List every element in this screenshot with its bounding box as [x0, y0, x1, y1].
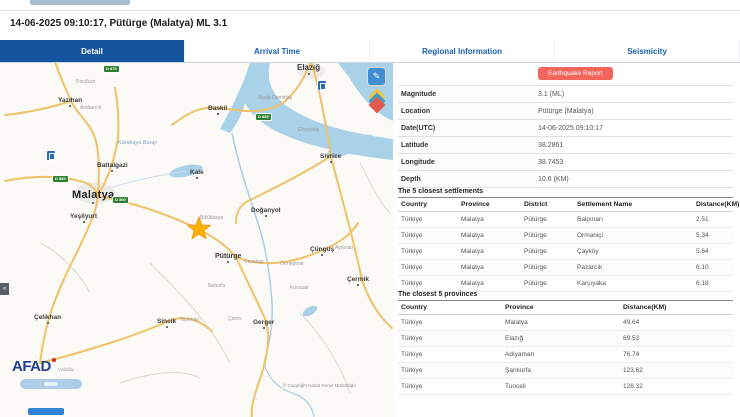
- map-label-city: Sivrice: [320, 153, 341, 163]
- motorway-shield-icon: [46, 150, 56, 161]
- map-label-village: Bölükkaya: [200, 215, 224, 221]
- detail-row: Latitude 38.2861: [398, 137, 733, 154]
- detail-row: Magnitude 3.1 (ML): [398, 86, 733, 103]
- map-label-city: Malatya: [72, 189, 114, 204]
- map-label-city: Kale: [190, 169, 204, 179]
- motorway-shield-icon: [317, 80, 327, 91]
- afad-logo-text: AFAD: [12, 358, 51, 375]
- detail-row: Date(UTC) 14-06-2025 09:10:17: [398, 120, 733, 137]
- provinces-table: Country Province Distance(KM) Türkiye Mal…: [398, 300, 733, 395]
- settlements-heading: The 5 closest settlements: [398, 188, 484, 195]
- map-attribution: © Copyright Harita Genel Müdürlüğü: [283, 383, 356, 388]
- table-row: Türkiye Şanlıurfa 123.62: [398, 362, 733, 379]
- map-label-city: Yeşilyurt: [70, 213, 97, 223]
- settlements-table: Country Province District Settlement Nam…: [398, 197, 739, 292]
- road-shield: D 885: [52, 175, 69, 183]
- top-divider: [0, 10, 740, 11]
- table-row: Türkiye Tunceli 128.32: [398, 378, 733, 395]
- tab-bar: Detail Arrival Time Regional Information…: [0, 40, 740, 63]
- table-row: Türkiye Malatya Pütürge Ormaniçi 5.34: [398, 227, 733, 244]
- table-header-row: Country Province Distance(KM): [398, 300, 733, 315]
- map-label-city: Çelikhan: [34, 314, 61, 324]
- event-detail-table: Magnitude 3.1 (ML) Location Pütürge (Malat…: [398, 85, 733, 188]
- tab-regional-information[interactable]: Regional Information: [370, 40, 555, 62]
- table-row: Türkiye Malatya Pütürge Karşıyaka 6.18: [398, 275, 733, 292]
- afad-logo-dot: [51, 358, 56, 362]
- table-row: Türkiye Adıyaman 76.74: [398, 346, 733, 363]
- map-label-city: Doğanyol: [251, 207, 281, 217]
- map-label-city: Baskil: [208, 105, 227, 115]
- map-label-city: Sincik: [157, 318, 176, 328]
- map-label-village: Uzuntaşı: [244, 259, 264, 265]
- map-label-village: Aydınlar: [335, 245, 354, 251]
- map-label-village: Gözebaşı: [298, 127, 320, 133]
- table-header-row: Country Province District Settlement Nam…: [398, 197, 739, 212]
- map-label-water: Karakaya Barajı: [118, 140, 158, 146]
- table-row: Türkiye Malatya Pütürge Çayköy 5.64: [398, 243, 733, 260]
- map-label-village: Ambarcık: [80, 105, 102, 111]
- tab-arrival-time[interactable]: Arrival Time: [185, 40, 370, 62]
- draw-tool-button[interactable]: ✎: [368, 68, 385, 85]
- road-shield: D 875: [103, 65, 120, 73]
- layers-control[interactable]: [367, 88, 387, 114]
- map-label-city: Elazığ: [297, 63, 320, 75]
- map-label-city: Pütürge: [215, 253, 241, 263]
- detail-row: Location Pütürge (Malatya): [398, 103, 733, 120]
- earthquake-map[interactable]: Elazığ Malatya Yazıhan Battalgazi Yeşily…: [0, 63, 393, 417]
- river: [263, 362, 315, 417]
- tab-detail[interactable]: Detail: [0, 40, 185, 62]
- tab-seismicity[interactable]: Seismicity: [555, 40, 740, 62]
- page-title: 14-06-2025 09:10:17, Pütürge (Malatya) M…: [10, 18, 228, 29]
- map-label-village: Örmepınar: [280, 261, 304, 267]
- map-label-city: Çermik: [347, 276, 369, 286]
- visibility-label: Visibility: [57, 367, 75, 372]
- detail-panel: Earthquake Report Magnitude 3.1 (ML) Loca…: [393, 63, 740, 417]
- visibility-slider[interactable]: [20, 379, 82, 389]
- map-label-city: Yazıhan: [58, 97, 82, 107]
- pencil-icon: ✎: [372, 71, 381, 81]
- earthquake-report-button[interactable]: Earthquake Report: [538, 67, 613, 80]
- table-row: Türkiye Malatya Pütürge Pazarcık 6.10: [398, 259, 733, 276]
- detail-row: Longitude 38.7453: [398, 154, 733, 171]
- afad-logo: AFAD Visibility: [12, 358, 74, 376]
- table-row: Türkiye Elazığ 69.53: [398, 330, 733, 347]
- provinces-heading: The closest 5 provinces: [398, 291, 478, 298]
- map-label-city: Gerger: [253, 319, 274, 329]
- table-row: Türkiye Malatya Pütürge Balpınarı 2.51: [398, 211, 733, 228]
- map-label-village: Tepehan: [180, 317, 200, 323]
- map-label-village: Parçikan: [76, 79, 96, 85]
- map-label-village: Korucak: [290, 285, 309, 291]
- map-label-city: Çüngüş: [310, 246, 334, 256]
- browser-tab-remnant: [30, 0, 130, 5]
- sidebar-collapse-toggle[interactable]: «: [0, 283, 9, 295]
- table-row: Türkiye Malatya 49.64: [398, 314, 733, 331]
- map-label-city: Battalgazi: [97, 162, 128, 172]
- map-label-village: Aşağı Demirtaş: [258, 95, 293, 101]
- road-shield: D 885: [255, 113, 272, 121]
- map-label-village: Nohutlu: [208, 283, 226, 289]
- road-shield: D 300: [112, 196, 129, 204]
- detail-row: Depth 10.6 (KM): [398, 171, 733, 188]
- map-label-village: Çamlı: [228, 316, 242, 322]
- map-bottom-badge[interactable]: [28, 408, 64, 415]
